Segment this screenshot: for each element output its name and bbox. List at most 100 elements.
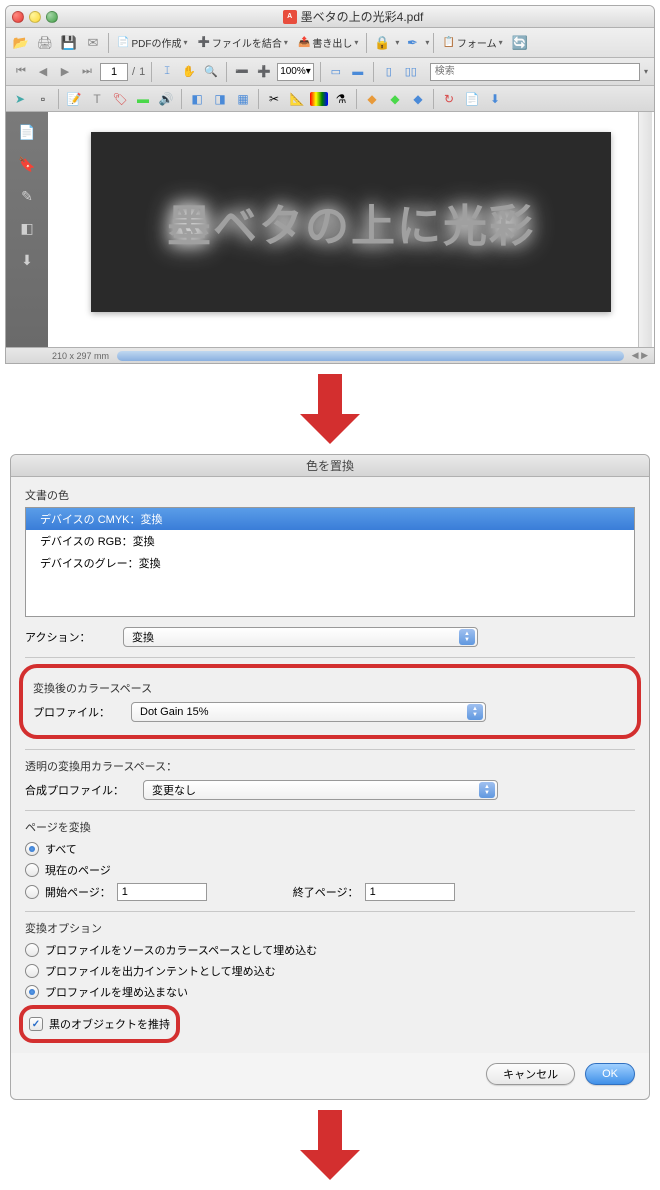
radio-embed-source[interactable]: [25, 943, 39, 957]
close-icon[interactable]: [12, 11, 24, 23]
window-title: 墨ベタの上の光彩4.pdf: [301, 8, 424, 25]
signatures-panel-icon[interactable]: ✎: [15, 184, 39, 208]
document-colors-list[interactable]: デバイスの CMYK：変換 デバイスの RGB：変換 デバイスのグレー：変換: [25, 507, 635, 617]
zoom-icon[interactable]: [46, 11, 58, 23]
first-page-icon[interactable]: ⏮: [12, 63, 30, 81]
color-icon[interactable]: [310, 92, 328, 106]
cancel-button[interactable]: キャンセル: [486, 1063, 575, 1085]
opt-no-embed-label: プロファイルを埋め込まない: [45, 984, 188, 1000]
bookmarks-panel-icon[interactable]: 🔖: [15, 152, 39, 176]
pages-title: ページを変換: [25, 819, 635, 835]
tool-c-icon[interactable]: ▦: [233, 89, 253, 109]
arrow-down-icon: [300, 1110, 360, 1180]
t2-icon[interactable]: ◆: [385, 89, 405, 109]
tool-b-icon[interactable]: ◨: [210, 89, 230, 109]
radio-current-page[interactable]: [25, 863, 39, 877]
transparency-title: 透明の変換用カラースペース：: [25, 758, 635, 774]
stamp-icon[interactable]: 🏷: [110, 89, 130, 109]
page-total: 1: [139, 66, 145, 78]
zoom-select[interactable]: 100% ▾: [277, 63, 314, 81]
last-page-icon[interactable]: ⏭: [78, 63, 96, 81]
statusbar: 210 x 297 mm ◀ ▶: [6, 347, 654, 363]
flask-icon[interactable]: ⚗: [331, 89, 351, 109]
end-page-input[interactable]: [365, 883, 455, 901]
fit-width-icon[interactable]: ▬: [349, 63, 367, 81]
select-tool-icon[interactable]: 𝙸: [158, 63, 176, 81]
document-view[interactable]: 墨ベタの上に光彩: [48, 112, 654, 347]
target-space-title: 変換後のカラースペース: [33, 680, 627, 696]
opt-embed-source-label: プロファイルをソースのカラースペースとして埋め込む: [45, 942, 317, 958]
crop-icon[interactable]: ✂: [264, 89, 284, 109]
attachments-panel-icon[interactable]: ⬇: [15, 248, 39, 272]
t5-icon[interactable]: 📄: [462, 89, 482, 109]
save-icon[interactable]: 💾: [58, 32, 80, 54]
glow-text: 墨ベタの上に光彩: [167, 190, 535, 254]
layers-panel-icon[interactable]: ◧: [15, 216, 39, 240]
note-icon[interactable]: 📝: [64, 89, 84, 109]
vertical-scrollbar[interactable]: [638, 112, 652, 347]
prev-page-icon[interactable]: ◀: [34, 63, 52, 81]
action-label: アクション：: [25, 629, 115, 645]
combine-files-button[interactable]: ➕ファイルを結合▾: [193, 33, 291, 52]
two-page-icon[interactable]: ▯▯: [402, 63, 420, 81]
ruler-icon[interactable]: 📐: [287, 89, 307, 109]
checkbox-preserve-black[interactable]: [29, 1017, 43, 1031]
radio-no-embed[interactable]: [25, 985, 39, 999]
create-pdf-button[interactable]: 📄PDFの作成▾: [113, 33, 191, 52]
profile-select[interactable]: Dot Gain 15% ▲▼: [131, 702, 486, 722]
pdf-file-icon: A: [283, 10, 297, 24]
action-select[interactable]: 変換 ▲▼: [123, 627, 478, 647]
radio-embed-output[interactable]: [25, 964, 39, 978]
t1-icon[interactable]: ◆: [362, 89, 382, 109]
main-toolbar: 📂 🖨 💾 ✉ 📄PDFの作成▾ ➕ファイルを結合▾ 📤書き出し▾ 🔒▾ ✒▾ …: [6, 28, 654, 58]
zoom-in-icon[interactable]: ➕: [255, 63, 273, 81]
export-button[interactable]: 📤書き出し▾: [294, 33, 362, 52]
forms-button[interactable]: 📋フォーム▾: [438, 33, 506, 52]
page-number-input[interactable]: [100, 63, 128, 81]
options-title: 変換オプション: [25, 920, 635, 936]
start-page-input[interactable]: [117, 883, 207, 901]
text-edit-icon[interactable]: T: [87, 89, 107, 109]
radio-all-pages[interactable]: [25, 842, 39, 856]
email-icon[interactable]: ✉: [82, 32, 104, 54]
ok-button[interactable]: OK: [585, 1063, 635, 1085]
search-input[interactable]: [430, 63, 640, 81]
horizontal-scrollbar[interactable]: [117, 351, 624, 361]
scroll-arrows[interactable]: ◀ ▶: [632, 350, 648, 361]
t6-icon[interactable]: ⬇: [485, 89, 505, 109]
tools-toolbar: ➤ ▫ 📝 T 🏷 ▬ 🔊 ◧ ◨ ▦ ✂ 📐 ⚗ ◆ ◆ ◆ ↻ 📄 ⬇: [6, 86, 654, 112]
tool-a-icon[interactable]: ◧: [187, 89, 207, 109]
pages-panel-icon[interactable]: 📄: [15, 120, 39, 144]
review-icon[interactable]: 🔄: [509, 32, 531, 54]
minimize-icon[interactable]: [29, 11, 41, 23]
folder-icon[interactable]: 📂: [10, 32, 32, 54]
arrow-tool-icon[interactable]: ➤: [10, 89, 30, 109]
touchup-icon[interactable]: ▫: [33, 89, 53, 109]
range-end-label: 終了ページ：: [293, 884, 359, 900]
secure-icon[interactable]: 🔒: [371, 32, 393, 54]
dialog-title: 色を置換: [11, 455, 649, 477]
audio-icon[interactable]: 🔊: [156, 89, 176, 109]
t3-icon[interactable]: ◆: [408, 89, 428, 109]
single-page-icon[interactable]: ▯: [380, 63, 398, 81]
print-icon[interactable]: 🖨: [34, 32, 56, 54]
list-item[interactable]: デバイスの RGB：変換: [26, 530, 634, 552]
marquee-zoom-icon[interactable]: 🔍: [202, 63, 220, 81]
list-item[interactable]: デバイスのグレー：変換: [26, 552, 634, 574]
next-page-icon[interactable]: ▶: [56, 63, 74, 81]
sign-icon[interactable]: ✒: [401, 32, 423, 54]
highlight-preserve-black: 黒のオブジェクトを推持: [19, 1005, 180, 1043]
arrow-down-icon: [300, 374, 360, 444]
blend-profile-select[interactable]: 変更なし ▲▼: [143, 780, 498, 800]
list-item[interactable]: デバイスの CMYK：変換: [26, 508, 634, 530]
highlight-icon[interactable]: ▬: [133, 89, 153, 109]
replace-colors-dialog: 色を置換 文書の色 デバイスの CMYK：変換 デバイスの RGB：変換 デバイ…: [10, 454, 650, 1100]
hand-tool-icon[interactable]: ✋: [180, 63, 198, 81]
radio-all-label: すべて: [45, 841, 77, 857]
radio-page-range[interactable]: [25, 885, 39, 899]
highlight-target-colorspace: 変換後のカラースペース プロファイル： Dot Gain 15% ▲▼: [19, 664, 641, 739]
t4-icon[interactable]: ↻: [439, 89, 459, 109]
zoom-out-icon[interactable]: ➖: [233, 63, 251, 81]
fit-page-icon[interactable]: ▭: [327, 63, 345, 81]
navigation-toolbar: ⏮ ◀ ▶ ⏭ / 1 𝙸 ✋ 🔍 ➖ ➕ 100% ▾ ▭ ▬ ▯ ▯▯ ▾: [6, 58, 654, 86]
